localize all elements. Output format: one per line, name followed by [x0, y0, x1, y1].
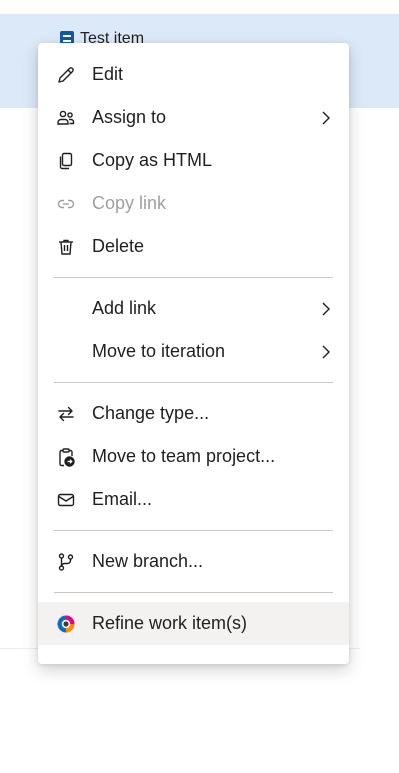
menu-item-copy-link[interactable]: Copy link [38, 182, 349, 225]
menu-separator [54, 382, 333, 383]
menu-separator [54, 277, 333, 278]
menu-item-label: Assign to [92, 107, 167, 127]
menu-item-refine-work-items[interactable]: Refine work item(s) [38, 602, 349, 645]
chevron-right-icon [319, 344, 333, 360]
copilot-icon [56, 614, 76, 634]
menu-item-label: Move to iteration [92, 341, 226, 361]
pencil-icon [56, 65, 76, 85]
chevron-right-icon [319, 110, 333, 126]
mail-icon [56, 490, 76, 510]
menu-separator [54, 592, 333, 593]
stage: Test item Edit Assign to Copy as HTML Co… [0, 0, 399, 773]
swap-arrows-icon [56, 404, 76, 424]
menu-item-label: Delete [92, 236, 145, 256]
menu-item-label: Copy link [92, 193, 167, 213]
trash-icon [56, 237, 76, 257]
menu-item-delete[interactable]: Delete [38, 225, 349, 268]
menu-item-label: Refine work item(s) [92, 613, 248, 633]
menu-item-new-branch[interactable]: New branch... [38, 540, 349, 583]
copy-icon [56, 151, 76, 171]
clipboard-move-icon [56, 447, 76, 467]
menu-item-change-type[interactable]: Change type... [38, 392, 349, 435]
menu-item-assign-to[interactable]: Assign to [38, 96, 349, 139]
menu-item-copy-as-html[interactable]: Copy as HTML [38, 139, 349, 182]
people-icon [56, 108, 76, 128]
link-icon [56, 194, 76, 214]
menu-item-add-link[interactable]: Add link [38, 287, 349, 330]
context-menu: Edit Assign to Copy as HTML Copy link De… [38, 43, 349, 664]
menu-item-label: Move to team project... [92, 446, 276, 466]
branch-icon [56, 552, 76, 572]
menu-item-label: Add link [92, 298, 157, 318]
menu-item-email[interactable]: Email... [38, 478, 349, 521]
menu-item-label: Email... [92, 489, 153, 509]
chevron-right-icon [319, 301, 333, 317]
menu-item-move-to-iteration[interactable]: Move to iteration [38, 330, 349, 373]
menu-item-edit[interactable]: Edit [38, 53, 349, 96]
menu-item-move-to-team-project[interactable]: Move to team project... [38, 435, 349, 478]
menu-separator [54, 530, 333, 531]
menu-item-label: New branch... [92, 551, 204, 571]
menu-item-label: Copy as HTML [92, 150, 213, 170]
menu-item-label: Change type... [92, 403, 210, 423]
menu-item-label: Edit [92, 64, 124, 84]
